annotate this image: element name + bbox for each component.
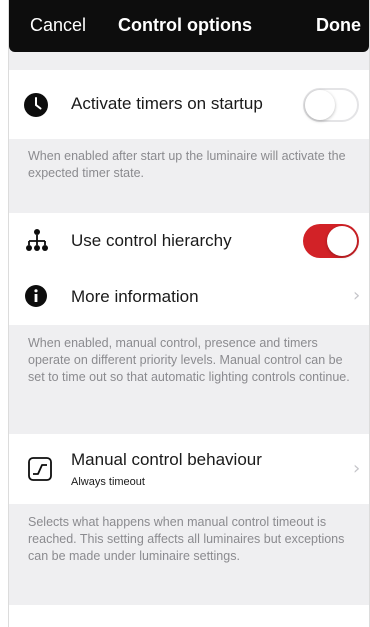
hierarchy-group: Use control hierarchy More information › [9, 213, 369, 325]
chevron-right-icon: › [353, 458, 361, 479]
chevron-right-icon: › [353, 285, 361, 306]
timers-toggle-knob [305, 90, 335, 120]
hierarchy-toggle-knob [327, 226, 357, 256]
hierarchy-toggle[interactable] [303, 224, 359, 258]
manual-control-row[interactable]: Manual control behaviour Always timeout … [9, 434, 369, 504]
next-section-edge [9, 605, 369, 627]
control-options-screen: Cancel Control options Done Activate tim… [8, 0, 370, 627]
timers-label: Activate timers on startup [71, 94, 263, 113]
manual-control-value: Always timeout [71, 476, 145, 488]
timers-footer: When enabled after start up the luminair… [28, 149, 346, 180]
clock-icon [24, 93, 48, 122]
more-information-row[interactable]: More information › [9, 269, 369, 325]
timers-toggle[interactable] [303, 88, 359, 122]
hierarchy-icon [25, 228, 49, 257]
info-icon [25, 285, 47, 312]
manual-control-label: Manual control behaviour [71, 450, 262, 469]
navigation-bar: Cancel Control options Done [9, 0, 369, 52]
manual-control-footer: Selects what happens when manual control… [28, 515, 345, 563]
more-information-label: More information [71, 287, 199, 306]
page-title: Control options [118, 15, 252, 35]
done-button[interactable]: Done [316, 15, 361, 36]
timers-row: Activate timers on startup [9, 70, 369, 139]
manual-control-icon [28, 457, 52, 486]
hierarchy-footer: When enabled, manual control, presence a… [28, 336, 350, 384]
hierarchy-row: Use control hierarchy [9, 213, 369, 269]
hierarchy-label: Use control hierarchy [71, 231, 232, 250]
